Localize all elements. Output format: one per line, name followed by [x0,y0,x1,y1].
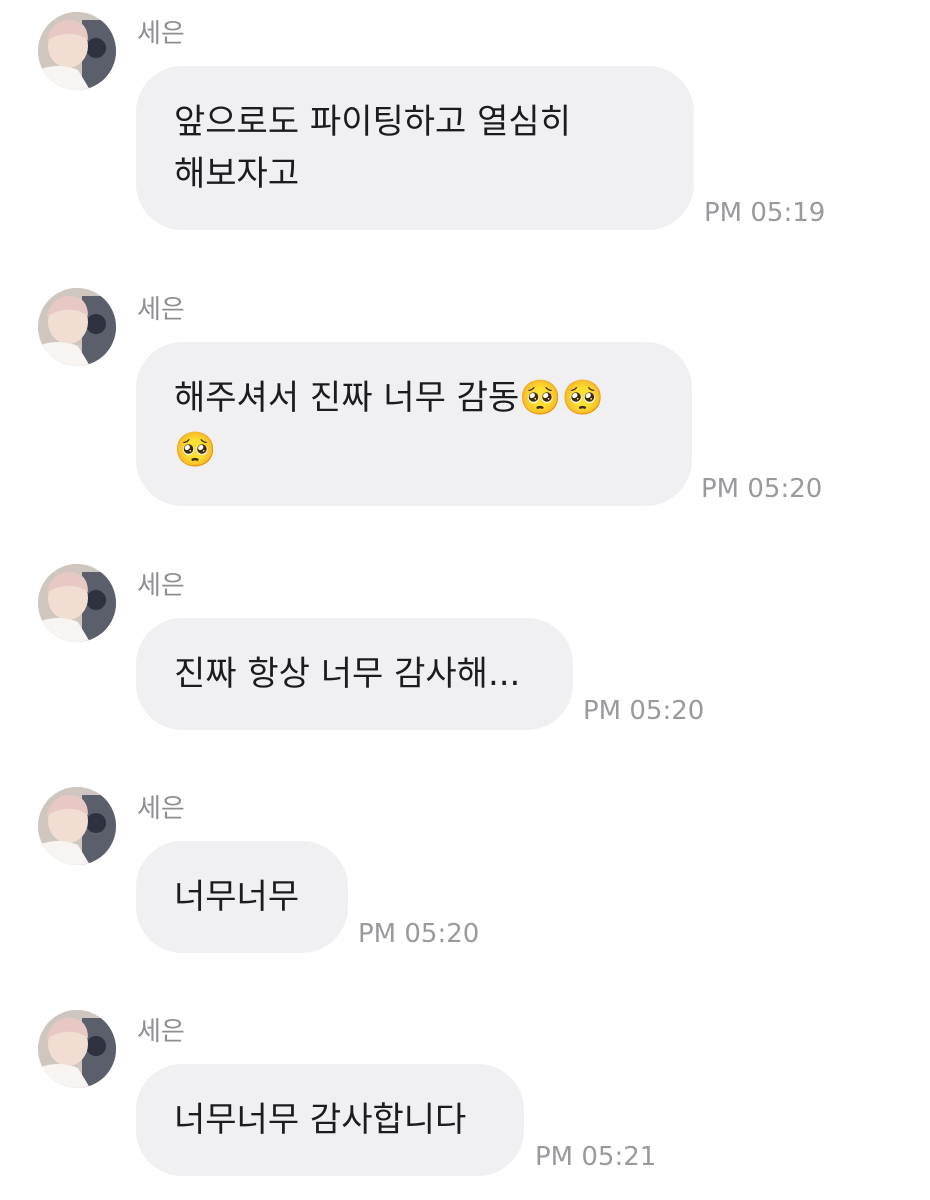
message-group: 세은 너무너무 PM 05:20 [0,787,930,957]
message-timestamp: PM 05:20 [583,696,705,726]
message-bubble[interactable]: 진짜 항상 너무 감사해... [136,618,573,730]
sender-name: 세은 [137,19,185,49]
message-timestamp: PM 05:19 [704,198,826,228]
message-group: 세은 너무너무 감사합니다 PM 05:21 [0,1010,930,1180]
message-text: 앞으로도 파이팅하고 열심히 해보자고 [174,102,571,194]
message-group: 세은 진짜 항상 너무 감사해... PM 05:20 [0,564,930,734]
message-timestamp: PM 05:20 [358,919,480,949]
sender-name: 세은 [137,295,185,325]
sender-name: 세은 [137,571,185,601]
avatar[interactable] [38,787,116,865]
message-bubble[interactable]: 해주셔서 진짜 너무 감동🥺🥺 🥺 [136,342,692,506]
message-bubble[interactable]: 너무너무 감사합니다 [136,1064,524,1176]
sender-name: 세은 [137,1017,185,1047]
avatar[interactable] [38,564,116,642]
message-text: 진짜 항상 너무 감사해... [174,654,521,694]
message-text: 해주셔서 진짜 너무 감동🥺🥺 🥺 [174,378,604,470]
message-group: 세은 앞으로도 파이팅하고 열심히 해보자고 PM 05:19 [0,12,930,242]
avatar[interactable] [38,12,116,90]
message-text: 너무너무 감사합니다 [174,1100,467,1140]
avatar[interactable] [38,1010,116,1088]
message-bubble[interactable]: 앞으로도 파이팅하고 열심히 해보자고 [136,66,694,230]
message-group: 세은 해주셔서 진짜 너무 감동🥺🥺 🥺 PM 05:20 [0,288,930,518]
avatar[interactable] [38,288,116,366]
message-timestamp: PM 05:21 [535,1142,657,1172]
message-bubble[interactable]: 너무너무 [136,841,348,953]
message-text: 너무너무 [174,877,300,917]
sender-name: 세은 [137,794,185,824]
message-timestamp: PM 05:20 [701,474,823,504]
